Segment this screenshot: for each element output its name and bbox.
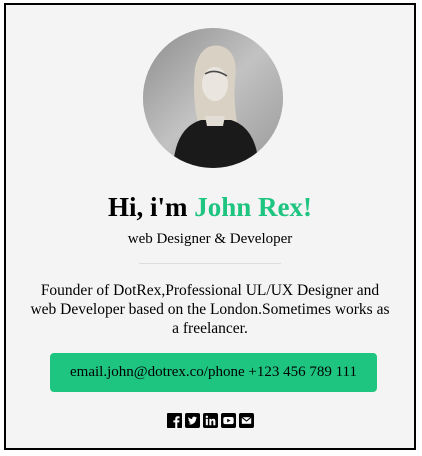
facebook-icon[interactable] (166, 413, 182, 428)
profile-photo (143, 28, 283, 168)
bio-text: Founder of DotRex,Professional UL/UX Des… (30, 282, 390, 337)
twitter-icon[interactable] (184, 413, 200, 428)
role-subtitle: web Designer & Developer (127, 231, 293, 247)
envelope-icon[interactable] (238, 413, 254, 428)
name-highlight: John Rex! (194, 192, 312, 222)
contact-button[interactable]: email.john@dotrex.co/phone +123 456 789 … (50, 353, 377, 392)
profile-photo-image (143, 28, 283, 168)
divider (139, 263, 281, 264)
profile-card: Hi, i'm John Rex! web Designer & Develop… (4, 3, 416, 450)
youtube-icon[interactable] (220, 413, 236, 428)
greeting-text: Hi, i'm (107, 192, 195, 222)
linkedin-icon[interactable] (202, 413, 218, 428)
intro-heading: Hi, i'm John Rex! (6, 191, 414, 223)
social-links (6, 413, 414, 428)
